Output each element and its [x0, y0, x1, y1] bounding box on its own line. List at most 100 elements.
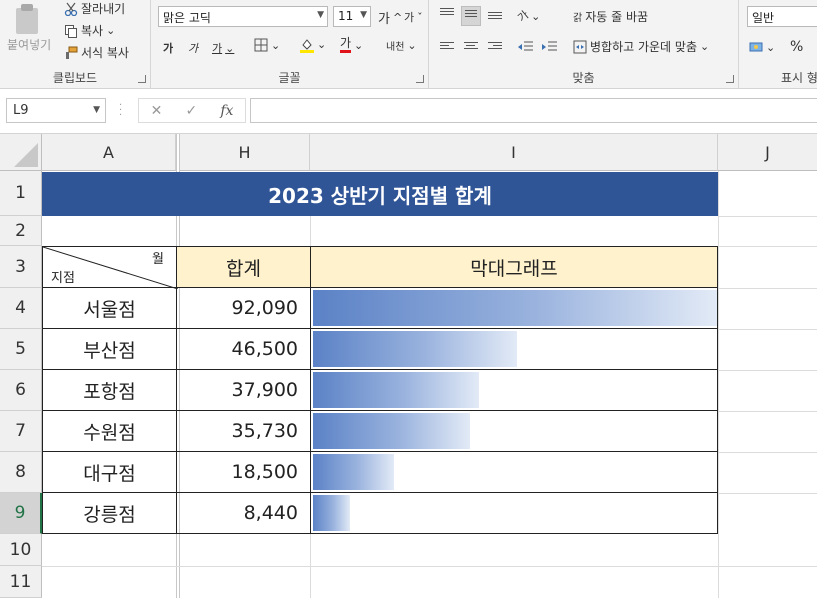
enter-icon[interactable]: ✓ — [185, 103, 197, 119]
total-cell[interactable]: 46,500 — [176, 328, 311, 370]
alignment-launcher-icon[interactable] — [726, 75, 734, 83]
cut-button[interactable]: 잘라내기 — [64, 0, 125, 17]
sheet-title-cell[interactable]: 2023 상반기 지점별 합계 — [42, 172, 718, 216]
formula-input[interactable] — [250, 98, 817, 123]
row-header-5[interactable]: 5 — [0, 329, 42, 370]
header-bar-cell[interactable]: 막대그래프 — [310, 246, 718, 288]
align-right-icon[interactable] — [488, 42, 502, 54]
name-box[interactable]: L9 ▼ — [6, 98, 106, 123]
branch-cell-text: 대구점 — [83, 462, 136, 485]
row-header-9[interactable]: 9 — [0, 493, 42, 534]
column-header-j[interactable]: J — [718, 134, 817, 171]
orientation-dropdown-icon[interactable]: ⌄ — [531, 10, 540, 23]
phonetic-button[interactable]: 내천 ⌄ — [386, 38, 417, 53]
row-header-8[interactable]: 8 — [0, 452, 42, 493]
branch-cell[interactable]: 서울점 — [42, 287, 177, 329]
diagonal-header-cell[interactable]: 월 지점 — [42, 246, 178, 289]
gridline — [718, 411, 817, 412]
branch-cell-text: 서울점 — [83, 298, 136, 321]
font-size-dropdown-icon[interactable]: ▼ — [360, 10, 367, 20]
font-size-select[interactable]: 11 ▼ — [333, 6, 371, 27]
column-header-h[interactable]: H — [180, 134, 310, 171]
font-launcher-icon[interactable] — [416, 75, 424, 83]
paste-button[interactable]: 붙여넣기 — [7, 36, 51, 53]
accounting-dropdown-icon[interactable]: ⌄ — [766, 41, 775, 54]
font-color-button[interactable]: 가 ⌄ — [340, 37, 363, 53]
number-format-select[interactable]: 일반 — [747, 6, 817, 27]
row-header-7[interactable]: 7 — [0, 411, 42, 452]
sheet-title: 2023 상반기 지점별 합계 — [268, 183, 492, 208]
row-header-1[interactable]: 1 — [0, 171, 42, 216]
column-header-i[interactable]: I — [310, 134, 718, 171]
data-bar — [313, 454, 394, 490]
percent-button[interactable]: % — [790, 39, 803, 55]
branch-cell[interactable]: 대구점 — [42, 451, 177, 493]
total-cell[interactable]: 35,730 — [176, 410, 311, 452]
row-header-6[interactable]: 6 — [0, 370, 42, 411]
branch-cell[interactable]: 부산점 — [42, 328, 177, 370]
column-header-a[interactable]: A — [42, 134, 176, 171]
scissors-icon — [64, 2, 78, 16]
select-all-corner[interactable] — [0, 134, 42, 171]
align-middle-icon[interactable] — [461, 6, 481, 26]
branch-cell[interactable]: 수원점 — [42, 410, 177, 452]
underline-dropdown-icon[interactable]: ⌄ — [225, 42, 234, 55]
branch-cell[interactable]: 포항점 — [42, 369, 177, 411]
formula-bar: L9 ▼ · · · ✕ ✓ fx — [0, 89, 817, 134]
total-cell[interactable]: 8,440 — [176, 492, 311, 534]
merge-center-dropdown-icon[interactable]: ⌄ — [700, 40, 709, 53]
font-color-dropdown-icon[interactable]: ⌄ — [354, 39, 363, 52]
diag-header-month: 월 — [152, 252, 164, 267]
accounting-format-button[interactable]: ⌄ — [749, 40, 775, 54]
row-header-4[interactable]: 4 — [0, 288, 42, 329]
merge-center-label: 병합하고 가운데 맞춤 — [590, 40, 697, 54]
copy-dropdown-icon[interactable]: ⌄ — [106, 24, 115, 37]
phonetic-dropdown-icon[interactable]: ⌄ — [407, 39, 416, 52]
align-top-icon[interactable] — [440, 8, 454, 20]
grow-font-button[interactable]: 가 ^ — [378, 8, 402, 27]
total-cell[interactable]: 92,090 — [176, 287, 311, 329]
clipboard-launcher-icon[interactable] — [138, 75, 146, 83]
branch-cell[interactable]: 강릉점 — [42, 492, 177, 534]
align-left-icon[interactable] — [440, 42, 454, 54]
formula-bar-handle-icon[interactable]: · · · — [119, 101, 122, 121]
font-name-dropdown-icon[interactable]: ▼ — [317, 10, 324, 20]
increase-indent-button[interactable] — [541, 40, 557, 54]
branch-cell-text: 수원점 — [83, 421, 136, 444]
font-name-select[interactable]: 맑은 고딕 ▼ — [158, 6, 328, 27]
paste-icon[interactable] — [14, 4, 40, 34]
italic-button[interactable]: 가 — [188, 40, 198, 56]
gridline — [42, 566, 817, 567]
borders-dropdown-icon[interactable]: ⌄ — [271, 39, 280, 52]
bar-cell[interactable] — [310, 492, 718, 534]
fill-color-button[interactable]: ⌄ — [300, 37, 326, 53]
data-bar — [313, 413, 470, 449]
format-painter-button[interactable]: 서식 복사 — [64, 44, 129, 61]
orientation-button[interactable]: 가 ⌄ — [515, 8, 540, 24]
align-center-icon[interactable] — [464, 42, 478, 54]
wrap-text-button[interactable]: 갉 자동 줄 바꿈 — [573, 8, 648, 25]
name-box-dropdown-icon[interactable]: ▼ — [93, 105, 100, 115]
shrink-font-button[interactable]: 가ˇ — [404, 9, 423, 25]
insert-function-icon[interactable]: fx — [220, 103, 233, 119]
row-header-11[interactable]: 11 — [0, 566, 42, 598]
cancel-icon[interactable]: ✕ — [151, 103, 163, 119]
fill-color-dropdown-icon[interactable]: ⌄ — [317, 38, 326, 51]
gridline — [718, 288, 817, 289]
underline-button[interactable]: 가 ⌄ — [212, 40, 234, 56]
header-total-cell[interactable]: 합계 — [176, 246, 311, 288]
decrease-indent-button[interactable] — [517, 40, 533, 54]
copy-button[interactable]: 복사 ⌄ — [64, 22, 115, 39]
row-header-3[interactable]: 3 — [0, 246, 42, 288]
row-header-10[interactable]: 10 — [0, 534, 42, 566]
align-bottom-icon[interactable] — [488, 12, 502, 24]
decrease-indent-icon — [517, 40, 533, 54]
bold-button[interactable]: 가 — [163, 40, 173, 56]
borders-button[interactable]: ⌄ — [254, 38, 280, 52]
total-cell[interactable]: 37,900 — [176, 369, 311, 411]
total-cell[interactable]: 18,500 — [176, 451, 311, 493]
formula-buttons: ✕ ✓ fx — [138, 98, 246, 123]
merge-center-button[interactable]: 병합하고 가운데 맞춤 ⌄ — [573, 38, 709, 55]
row-header-2[interactable]: 2 — [0, 216, 42, 246]
data-bar — [313, 495, 350, 531]
